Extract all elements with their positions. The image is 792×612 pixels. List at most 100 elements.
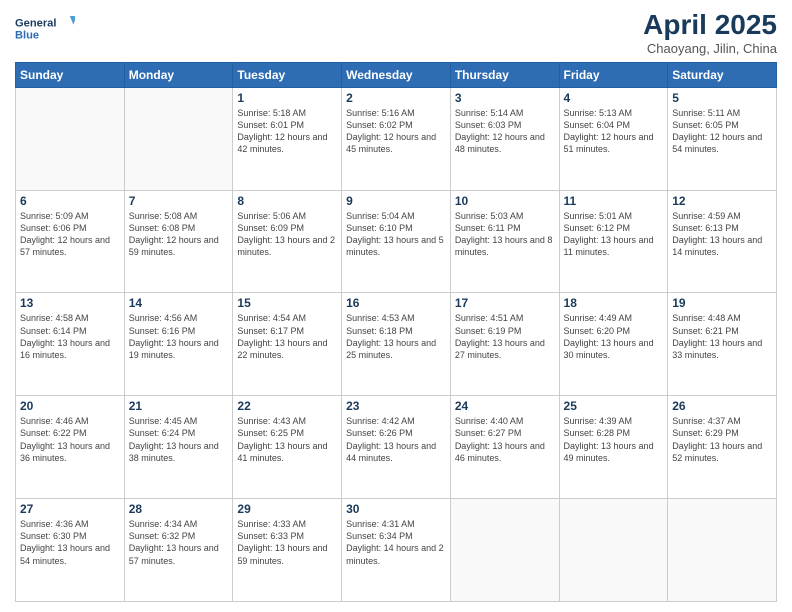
- calendar-cell: 30 Sunrise: 4:31 AM Sunset: 6:34 PM Dayli…: [342, 499, 451, 602]
- calendar-cell: 9Sunrise: 5:04 AM Sunset: 6:10 PM Daylig…: [342, 190, 451, 293]
- day-info: Sunrise: 5:14 AM Sunset: 6:03 PM Dayligh…: [455, 107, 555, 156]
- day-number: 23: [346, 399, 446, 413]
- calendar-cell: 3 Sunrise: 5:14 AM Sunset: 6:03 PM Daylig…: [450, 87, 559, 190]
- weekday-header: Monday: [124, 62, 233, 87]
- day-info: Sunrise: 5:13 AM Sunset: 6:04 PM Dayligh…: [564, 107, 664, 156]
- weekday-header: Tuesday: [233, 62, 342, 87]
- calendar-cell: 16Sunrise: 4:53 AM Sunset: 6:18 PM Dayli…: [342, 293, 451, 396]
- calendar-cell: 13 Sunrise: 4:58 AM Sunset: 6:14 PM Dayli…: [16, 293, 125, 396]
- day-info: Sunrise: 4:56 AM Sunset: 6:16 PM Dayligh…: [129, 312, 229, 361]
- calendar-cell: 1Sunrise: 5:18 AM Sunset: 6:01 PM Daylig…: [233, 87, 342, 190]
- weekday-header: Thursday: [450, 62, 559, 87]
- day-number: 30: [346, 502, 446, 516]
- calendar-cell: 11 Sunrise: 5:01 AM Sunset: 6:12 PM Dayli…: [559, 190, 668, 293]
- calendar-table: SundayMondayTuesdayWednesdayThursdayFrid…: [15, 62, 777, 602]
- title-block: April 2025 Chaoyang, Jilin, China: [643, 10, 777, 56]
- calendar-cell: 10Sunrise: 5:03 AM Sunset: 6:11 PM Dayli…: [450, 190, 559, 293]
- calendar-week-row: 13 Sunrise: 4:58 AM Sunset: 6:14 PM Dayli…: [16, 293, 777, 396]
- day-number: 9: [346, 194, 446, 208]
- day-number: 29: [237, 502, 337, 516]
- day-info: Sunrise: 4:31 AM Sunset: 6:34 PM Dayligh…: [346, 518, 446, 567]
- day-info: Sunrise: 5:08 AM Sunset: 6:08 PM Dayligh…: [129, 210, 229, 259]
- calendar-cell: 5Sunrise: 5:11 AM Sunset: 6:05 PM Daylig…: [668, 87, 777, 190]
- svg-text:Blue: Blue: [15, 29, 39, 41]
- calendar-cell: 22Sunrise: 4:43 AM Sunset: 6:25 PM Dayli…: [233, 396, 342, 499]
- day-number: 27: [20, 502, 120, 516]
- day-number: 26: [672, 399, 772, 413]
- day-number: 12: [672, 194, 772, 208]
- header: General Blue April 2025 Chaoyang, Jilin,…: [15, 10, 777, 56]
- day-info: Sunrise: 4:34 AM Sunset: 6:32 PM Dayligh…: [129, 518, 229, 567]
- calendar-cell: 7 Sunrise: 5:08 AM Sunset: 6:08 PM Daylig…: [124, 190, 233, 293]
- day-info: Sunrise: 5:01 AM Sunset: 6:12 PM Dayligh…: [564, 210, 664, 259]
- main-title: April 2025: [643, 10, 777, 41]
- day-info: Sunrise: 4:49 AM Sunset: 6:20 PM Dayligh…: [564, 312, 664, 361]
- calendar-week-row: 6Sunrise: 5:09 AM Sunset: 6:06 PM Daylig…: [16, 190, 777, 293]
- calendar-cell: [124, 87, 233, 190]
- day-number: 25: [564, 399, 664, 413]
- day-info: Sunrise: 5:16 AM Sunset: 6:02 PM Dayligh…: [346, 107, 446, 156]
- day-info: Sunrise: 4:37 AM Sunset: 6:29 PM Dayligh…: [672, 415, 772, 464]
- day-number: 2: [346, 91, 446, 105]
- weekday-header: Saturday: [668, 62, 777, 87]
- day-number: 8: [237, 194, 337, 208]
- day-info: Sunrise: 4:36 AM Sunset: 6:30 PM Dayligh…: [20, 518, 120, 567]
- day-info: Sunrise: 4:54 AM Sunset: 6:17 PM Dayligh…: [237, 312, 337, 361]
- day-number: 10: [455, 194, 555, 208]
- calendar-cell: 17 Sunrise: 4:51 AM Sunset: 6:19 PM Dayli…: [450, 293, 559, 396]
- calendar-week-row: 27 Sunrise: 4:36 AM Sunset: 6:30 PM Dayli…: [16, 499, 777, 602]
- day-number: 13: [20, 296, 120, 310]
- calendar-cell: 18 Sunrise: 4:49 AM Sunset: 6:20 PM Dayli…: [559, 293, 668, 396]
- day-number: 21: [129, 399, 229, 413]
- calendar-cell: [668, 499, 777, 602]
- calendar-cell: 12Sunrise: 4:59 AM Sunset: 6:13 PM Dayli…: [668, 190, 777, 293]
- day-number: 7: [129, 194, 229, 208]
- calendar-cell: 23 Sunrise: 4:42 AM Sunset: 6:26 PM Dayli…: [342, 396, 451, 499]
- calendar-cell: 21 Sunrise: 4:45 AM Sunset: 6:24 PM Dayli…: [124, 396, 233, 499]
- weekday-header: Friday: [559, 62, 668, 87]
- calendar-cell: 14Sunrise: 4:56 AM Sunset: 6:16 PM Dayli…: [124, 293, 233, 396]
- day-info: Sunrise: 5:06 AM Sunset: 6:09 PM Dayligh…: [237, 210, 337, 259]
- day-info: Sunrise: 4:45 AM Sunset: 6:24 PM Dayligh…: [129, 415, 229, 464]
- weekday-header: Wednesday: [342, 62, 451, 87]
- calendar-cell: 26 Sunrise: 4:37 AM Sunset: 6:29 PM Dayli…: [668, 396, 777, 499]
- calendar-cell: 25 Sunrise: 4:39 AM Sunset: 6:28 PM Dayli…: [559, 396, 668, 499]
- calendar-cell: [559, 499, 668, 602]
- day-number: 22: [237, 399, 337, 413]
- day-info: Sunrise: 5:18 AM Sunset: 6:01 PM Dayligh…: [237, 107, 337, 156]
- calendar-cell: 27 Sunrise: 4:36 AM Sunset: 6:30 PM Dayli…: [16, 499, 125, 602]
- day-info: Sunrise: 4:42 AM Sunset: 6:26 PM Dayligh…: [346, 415, 446, 464]
- calendar-cell: 6Sunrise: 5:09 AM Sunset: 6:06 PM Daylig…: [16, 190, 125, 293]
- day-number: 15: [237, 296, 337, 310]
- day-number: 5: [672, 91, 772, 105]
- day-number: 18: [564, 296, 664, 310]
- calendar-cell: [16, 87, 125, 190]
- day-number: 20: [20, 399, 120, 413]
- day-number: 17: [455, 296, 555, 310]
- day-info: Sunrise: 4:48 AM Sunset: 6:21 PM Dayligh…: [672, 312, 772, 361]
- day-info: Sunrise: 4:40 AM Sunset: 6:27 PM Dayligh…: [455, 415, 555, 464]
- day-info: Sunrise: 4:58 AM Sunset: 6:14 PM Dayligh…: [20, 312, 120, 361]
- logo-svg: General Blue: [15, 10, 75, 46]
- calendar-cell: 19 Sunrise: 4:48 AM Sunset: 6:21 PM Dayli…: [668, 293, 777, 396]
- calendar-cell: 8 Sunrise: 5:06 AM Sunset: 6:09 PM Daylig…: [233, 190, 342, 293]
- calendar-cell: 28 Sunrise: 4:34 AM Sunset: 6:32 PM Dayli…: [124, 499, 233, 602]
- day-info: Sunrise: 4:46 AM Sunset: 6:22 PM Dayligh…: [20, 415, 120, 464]
- day-info: Sunrise: 4:53 AM Sunset: 6:18 PM Dayligh…: [346, 312, 446, 361]
- day-info: Sunrise: 4:33 AM Sunset: 6:33 PM Dayligh…: [237, 518, 337, 567]
- day-number: 19: [672, 296, 772, 310]
- day-number: 11: [564, 194, 664, 208]
- day-info: Sunrise: 4:51 AM Sunset: 6:19 PM Dayligh…: [455, 312, 555, 361]
- logo: General Blue: [15, 10, 75, 46]
- page: General Blue April 2025 Chaoyang, Jilin,…: [0, 0, 792, 612]
- day-number: 3: [455, 91, 555, 105]
- svg-text:General: General: [15, 17, 56, 29]
- calendar-cell: 15 Sunrise: 4:54 AM Sunset: 6:17 PM Dayli…: [233, 293, 342, 396]
- calendar-week-row: 20 Sunrise: 4:46 AM Sunset: 6:22 PM Dayli…: [16, 396, 777, 499]
- day-number: 28: [129, 502, 229, 516]
- day-info: Sunrise: 4:39 AM Sunset: 6:28 PM Dayligh…: [564, 415, 664, 464]
- weekday-header-row: SundayMondayTuesdayWednesdayThursdayFrid…: [16, 62, 777, 87]
- calendar-cell: [450, 499, 559, 602]
- weekday-header: Sunday: [16, 62, 125, 87]
- day-info: Sunrise: 5:09 AM Sunset: 6:06 PM Dayligh…: [20, 210, 120, 259]
